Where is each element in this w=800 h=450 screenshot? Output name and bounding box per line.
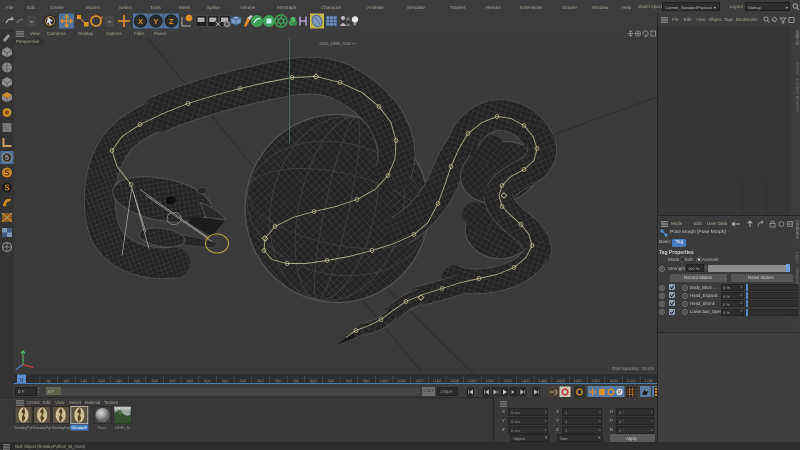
- svg-text:S: S: [4, 184, 10, 193]
- svg-text:Z: Z: [169, 17, 174, 26]
- svg-text:SneakyPyt: SneakyPyt: [52, 426, 71, 430]
- svg-text:Y: Y: [153, 17, 158, 26]
- svg-text:SneakyPyt: SneakyPyt: [14, 426, 33, 430]
- svg-text:SneakyPyt: SneakyPyt: [33, 426, 52, 430]
- svg-text:5: 5: [5, 155, 9, 162]
- svg-text:S: S: [4, 169, 10, 178]
- svg-text:Floo...: Floo...: [97, 426, 108, 430]
- svg-text:SSnakeP: SSnakeP: [71, 426, 87, 430]
- svg-text:X: X: [138, 17, 143, 26]
- svg-text:HDRI_M: HDRI_M: [115, 426, 130, 430]
